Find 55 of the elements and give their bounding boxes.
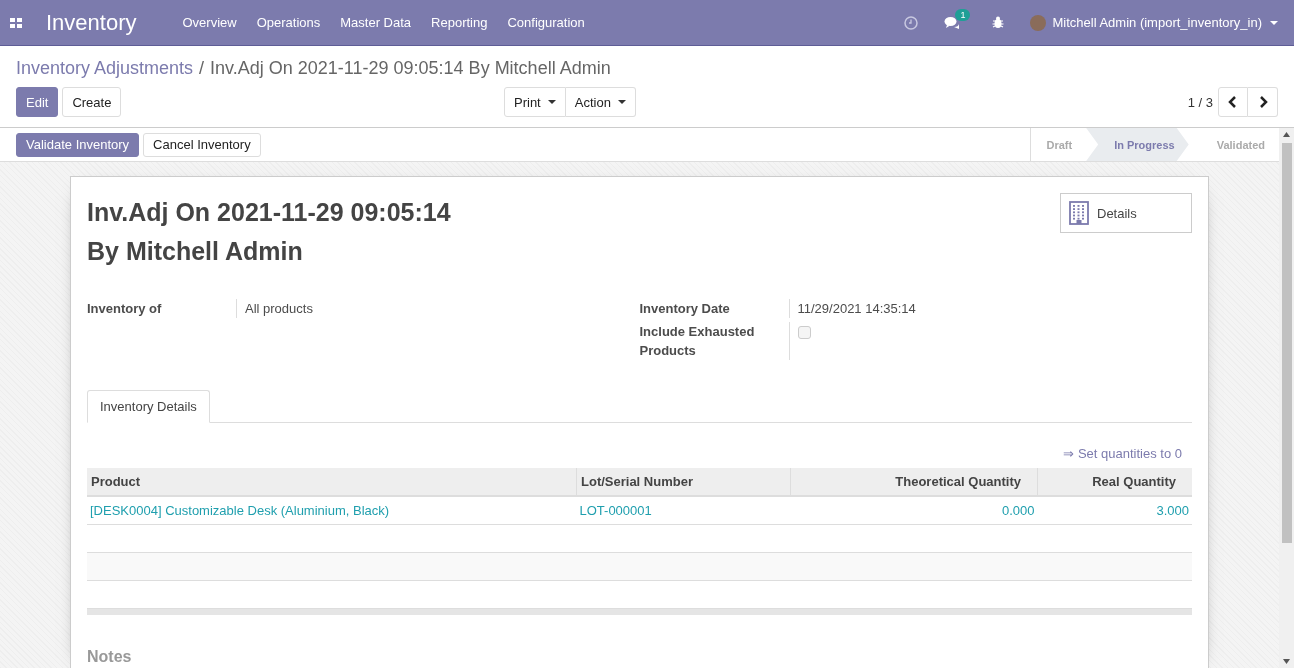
status-stage[interactable]: In Progress <box>1086 128 1189 161</box>
building-icon <box>1069 201 1089 225</box>
set-quantities-link[interactable]: ⇒ Set quantities to 0 <box>1063 446 1182 461</box>
checkbox[interactable] <box>797 326 811 339</box>
create-button[interactable]: Create <box>62 87 122 117</box>
menu-item[interactable]: Operations <box>256 15 321 30</box>
header-button[interactable]: Cancel Inventory <box>143 132 261 157</box>
record-title: By Mitchell Admin <box>87 236 304 267</box>
breadcrumb-separator: / <box>199 58 205 78</box>
previous-button[interactable] <box>1218 87 1248 117</box>
app-name[interactable]: Inventory <box>46 9 137 36</box>
menu-item[interactable]: Master Data <box>340 15 412 30</box>
scroll-up-icon[interactable] <box>1283 132 1290 137</box>
menu-item[interactable]: Reporting <box>431 15 488 30</box>
chevron-left-icon <box>1228 96 1238 108</box>
scrollbar-thumb[interactable] <box>1281 143 1292 543</box>
print-dropdown[interactable]: Print <box>504 87 566 117</box>
clock-icon[interactable] <box>904 15 919 30</box>
breadcrumb-current: Inv.Adj On 2021-11-29 09:05:14 By Mitchell Admin <box>210 58 611 78</box>
message-count-badge: 1 <box>955 8 971 21</box>
table-cell[interactable]: LOT-000001 <box>576 496 791 525</box>
details-button[interactable]: Details <box>1060 193 1192 233</box>
apps-menu-icon[interactable] <box>10 17 22 28</box>
menu-item[interactable]: Configuration <box>507 15 585 30</box>
table-cell[interactable]: [DESK0004] Customizable Desk (Aluminium, Black) <box>87 496 577 525</box>
menu-item[interactable]: Overview <box>182 15 237 30</box>
table-cell[interactable]: 0.000 <box>790 496 1038 525</box>
header-button[interactable]: Validate Inventory <box>16 132 140 157</box>
tab[interactable]: Inventory Details <box>87 390 210 423</box>
status-stage[interactable]: Validated <box>1188 128 1279 161</box>
chevron-right-icon <box>1257 96 1268 108</box>
next-button[interactable] <box>1248 87 1278 117</box>
chat-icon[interactable] <box>944 15 961 30</box>
bug-icon[interactable] <box>992 16 1005 29</box>
field-label: Inventory of <box>87 299 237 318</box>
status-stage[interactable]: Draft <box>1030 128 1087 161</box>
scroll-down-icon[interactable] <box>1283 659 1290 664</box>
column-header[interactable]: Lot/Serial Number <box>576 468 791 496</box>
field-value: 11/29/2021 14:35:14 <box>797 301 916 316</box>
breadcrumb-link[interactable]: Inventory Adjustments <box>16 58 194 78</box>
action-dropdown[interactable]: Action <box>565 87 636 117</box>
table-cell[interactable]: 3.000 <box>1037 496 1192 525</box>
column-header[interactable]: Theoretical Quantity <box>790 468 1038 496</box>
caret-icon[interactable] <box>1270 20 1278 25</box>
avatar <box>1030 14 1047 31</box>
field-label: Include Exhausted Products <box>639 322 790 360</box>
edit-button[interactable]: Edit <box>16 87 59 117</box>
record-title: Inv.Adj On 2021-11-29 09:05:14 <box>87 197 451 228</box>
pager-count: 1 / 3 <box>1187 94 1213 110</box>
user-menu[interactable]: Mitchell Admin (import_inventory_in) <box>1052 15 1262 30</box>
field-label: Inventory Date <box>639 299 790 318</box>
notes-heading: Notes <box>87 648 133 666</box>
field-value: All products <box>244 300 313 318</box>
column-header[interactable]: Real Quantity <box>1037 468 1192 496</box>
column-header[interactable]: Product <box>87 468 577 496</box>
